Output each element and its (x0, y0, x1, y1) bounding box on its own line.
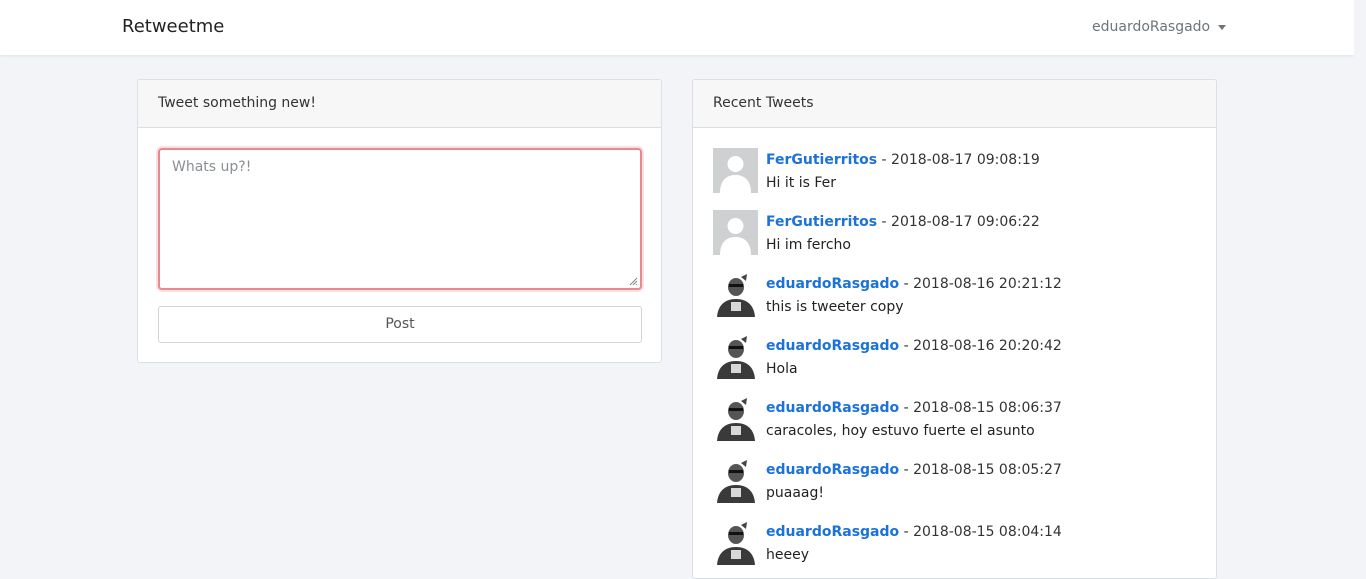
user-dropdown-label: eduardoRasgado (1092, 19, 1211, 35)
post-button[interactable]: Post (158, 306, 642, 343)
scrollbar[interactable] (1354, 0, 1366, 558)
tweet-item: eduardoRasgado - 2018-08-15 08:06:37 cara… (713, 396, 1193, 442)
tweet-item: FerGutierritos - 2018-08-17 09:08:19 Hi i… (713, 148, 1193, 194)
tweet-separator: - (899, 462, 914, 478)
tweet-separator: - (877, 214, 892, 230)
recent-tweets-card: Recent Tweets FerGutierritos - 2018-08-1… (692, 79, 1217, 579)
tweet-meta: eduardoRasgado - 2018-08-16 20:21:12 (766, 276, 1062, 292)
tweet-username-link[interactable]: FerGutierritos (766, 152, 877, 168)
tweet-username-link[interactable]: FerGutierritos (766, 214, 877, 230)
tweet-item: eduardoRasgado - 2018-08-15 08:04:14 heee… (713, 520, 1193, 566)
brand-link[interactable]: Retweetme (122, 16, 224, 37)
tweet-username-link[interactable]: eduardoRasgado (766, 400, 899, 416)
user-photo-avatar (713, 272, 758, 317)
tweet-separator: - (899, 338, 914, 354)
tweet-meta: eduardoRasgado - 2018-08-16 20:20:42 (766, 338, 1062, 354)
default-avatar-icon (713, 210, 758, 255)
tweet-separator: - (899, 524, 914, 540)
tweet-timestamp: 2018-08-17 09:06:22 (891, 214, 1040, 230)
user-photo-avatar (713, 458, 758, 503)
user-photo-avatar (713, 520, 758, 565)
compose-card: Tweet something new! Post (137, 79, 662, 363)
tweet-separator: - (877, 152, 892, 168)
user-dropdown[interactable]: eduardoRasgado (1092, 19, 1227, 35)
tweet-separator: - (899, 276, 914, 292)
tweet-input[interactable] (158, 148, 642, 290)
tweet-timestamp: 2018-08-16 20:20:42 (913, 338, 1062, 354)
feed-header: Recent Tweets (693, 80, 1216, 128)
tweet-meta: eduardoRasgado - 2018-08-15 08:06:37 (766, 400, 1062, 416)
tweet-text: puaaag! (766, 485, 824, 501)
tweet-timestamp: 2018-08-16 20:21:12 (913, 276, 1062, 292)
tweet-timestamp: 2018-08-15 08:04:14 (913, 524, 1062, 540)
caret-down-icon (1218, 24, 1227, 30)
tweet-timestamp: 2018-08-15 08:05:27 (913, 462, 1062, 478)
tweet-text: Hi it is Fer (766, 175, 836, 191)
tweet-text: heeey (766, 547, 809, 563)
tweet-username-link[interactable]: eduardoRasgado (766, 338, 899, 354)
tweet-separator: - (899, 400, 914, 416)
tweet-text: caracoles, hoy estuvo fuerte el asunto (766, 423, 1035, 439)
resize-grip-icon[interactable] (628, 276, 638, 286)
tweet-item: eduardoRasgado - 2018-08-16 20:20:42 Hola (713, 334, 1193, 380)
default-avatar-icon (713, 148, 758, 193)
tweet-text: Hi im fercho (766, 237, 851, 253)
navbar: Retweetme eduardoRasgado (0, 0, 1354, 55)
tweet-meta: FerGutierritos - 2018-08-17 09:06:22 (766, 214, 1040, 230)
tweet-text: Hola (766, 361, 798, 377)
tweet-timestamp: 2018-08-15 08:06:37 (913, 400, 1062, 416)
tweet-username-link[interactable]: eduardoRasgado (766, 276, 899, 292)
compose-header: Tweet something new! (138, 80, 661, 128)
tweet-meta: eduardoRasgado - 2018-08-15 08:05:27 (766, 462, 1062, 478)
tweet-timestamp: 2018-08-17 09:08:19 (891, 152, 1040, 168)
user-photo-avatar (713, 396, 758, 441)
tweet-username-link[interactable]: eduardoRasgado (766, 524, 899, 540)
tweet-item: FerGutierritos - 2018-08-17 09:06:22 Hi i… (713, 210, 1193, 256)
tweet-item: eduardoRasgado - 2018-08-15 08:05:27 puaa… (713, 458, 1193, 504)
tweet-text: this is tweeter copy (766, 299, 904, 315)
tweet-meta: FerGutierritos - 2018-08-17 09:08:19 (766, 152, 1040, 168)
tweet-item: eduardoRasgado - 2018-08-16 20:21:12 this… (713, 272, 1193, 318)
tweet-username-link[interactable]: eduardoRasgado (766, 462, 899, 478)
user-photo-avatar (713, 334, 758, 379)
tweet-meta: eduardoRasgado - 2018-08-15 08:04:14 (766, 524, 1062, 540)
